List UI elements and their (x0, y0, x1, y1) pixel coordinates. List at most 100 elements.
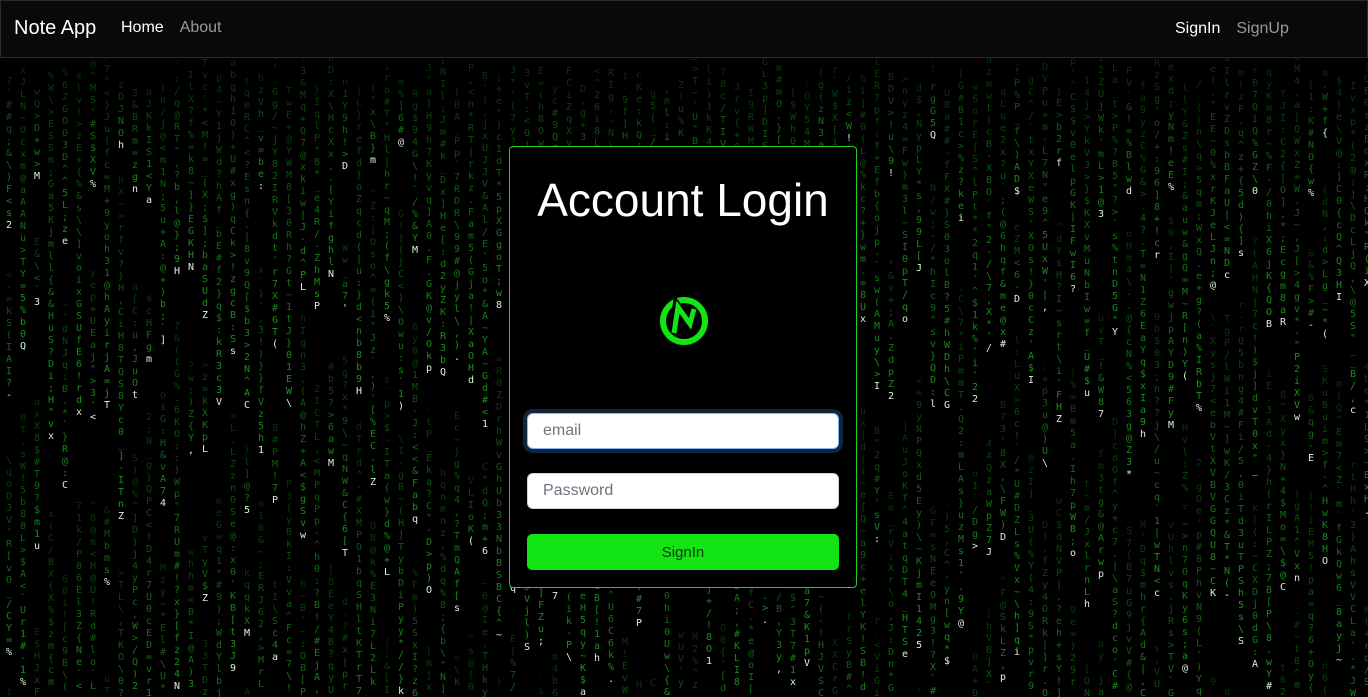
rain-glyph: f (118, 235, 124, 246)
rain-glyph: 5 (258, 421, 264, 432)
signin-button[interactable]: SignIn (527, 534, 839, 570)
rain-glyph: i (1322, 424, 1328, 435)
rain-glyph: E (454, 411, 460, 422)
rain-glyph: 0 (1154, 348, 1160, 359)
rain-glyph: D (342, 161, 348, 172)
rain-glyph: - (1014, 282, 1020, 293)
rain-glyph: ^ (356, 470, 362, 481)
rain-glyph: y (426, 171, 432, 182)
rain-glyph: Z (566, 102, 572, 113)
rain-glyph: ^ (1238, 140, 1244, 151)
rain-glyph: r (832, 674, 838, 685)
nav-home-link[interactable]: Home (121, 19, 164, 37)
rain-glyph: @ (90, 59, 96, 70)
rain-glyph: [ (384, 673, 390, 684)
rain-glyph: l (216, 664, 222, 675)
rain-glyph: G (76, 299, 82, 310)
rain-glyph: Y (1196, 674, 1202, 685)
rain-glyph: ^ (244, 376, 250, 387)
rain-glyph: ~ (384, 193, 390, 204)
rain-glyph: 6 (594, 102, 600, 113)
rain-glyph: 9 (216, 592, 222, 603)
rain-glyph: f (216, 265, 222, 276)
rain-glyph: O (1042, 62, 1048, 73)
rain-glyph: 3 (776, 640, 782, 651)
rain-glyph: z (1224, 506, 1230, 517)
rain-glyph: g (1028, 75, 1034, 86)
rain-glyph: x (300, 162, 306, 173)
rain-glyph: X (930, 662, 936, 673)
rain-glyph: h (328, 245, 334, 256)
rain-glyph: ] (1280, 197, 1286, 208)
rain-glyph: ^ (1336, 415, 1342, 426)
rain-glyph: j (1350, 189, 1356, 200)
rain-glyph: X (1210, 456, 1216, 467)
rain-glyph: u (1014, 371, 1020, 382)
rain-glyph: H (398, 518, 404, 529)
rain-glyph: ] (706, 101, 712, 112)
rain-glyph: D (132, 525, 138, 536)
rain-glyph: L (1196, 638, 1202, 649)
nav-about-link[interactable]: About (180, 19, 222, 37)
rain-glyph: ( (1350, 141, 1356, 152)
rain-glyph: % (1126, 361, 1132, 372)
brand-title[interactable]: Note App (14, 17, 96, 40)
rain-glyph: 5 (1112, 171, 1118, 182)
password-field[interactable] (527, 473, 839, 509)
rain-glyph: } (286, 338, 292, 349)
rain-glyph: s (1168, 580, 1174, 591)
rain-glyph: s (1224, 138, 1230, 149)
rain-glyph: % (440, 588, 446, 599)
rain-glyph: s (1238, 612, 1244, 623)
rain-glyph: > (1084, 172, 1090, 183)
rain-glyph: - (412, 406, 418, 417)
rain-glyph: a (1140, 405, 1146, 416)
rain-glyph: 0 (118, 427, 124, 438)
rain-glyph: Q (930, 130, 936, 141)
rain-glyph: A (6, 354, 12, 365)
rain-glyph: T (1168, 652, 1174, 663)
rain-glyph: ` (1112, 218, 1118, 230)
rain-glyph: 8 (1154, 202, 1160, 213)
rain-glyph: 3 (300, 362, 306, 373)
rain-glyph: F (902, 146, 908, 157)
rain-glyph: g (146, 342, 152, 353)
rain-glyph: B (1266, 319, 1272, 330)
rain-glyph: . (748, 612, 754, 623)
rain-glyph: T (356, 674, 362, 685)
rain-glyph: H (1364, 194, 1368, 205)
rain-glyph: " (496, 108, 502, 119)
rain-glyph: r (272, 267, 278, 278)
rain-glyph: - (1042, 134, 1048, 145)
rain-glyph: < (188, 595, 194, 606)
rain-glyph: q (314, 109, 320, 120)
rain-glyph: + (860, 574, 866, 585)
rain-glyph: G (930, 106, 936, 117)
rain-glyph: . (454, 352, 460, 363)
rain-glyph: : (1322, 233, 1328, 244)
rain-glyph: m (1098, 149, 1104, 160)
rain-glyph: C (1280, 582, 1286, 593)
nav-signup-link[interactable]: SignUp (1236, 20, 1288, 38)
rain-glyph: j (1098, 675, 1104, 686)
rain-glyph: [ (944, 608, 950, 619)
rain-glyph: c (356, 218, 362, 229)
rain-glyph: - (314, 241, 320, 252)
rain-glyph: b (356, 338, 362, 349)
rain-glyph: S (524, 642, 530, 653)
rain-glyph: g (1238, 384, 1244, 395)
rain-glyph: k (1000, 624, 1006, 635)
rain-glyph: 9 (1364, 434, 1368, 445)
nav-signin-link[interactable]: SignIn (1175, 20, 1220, 38)
rain-glyph: T (104, 400, 110, 411)
rain-glyph: w (1336, 571, 1343, 582)
rain-glyph: X (1364, 278, 1368, 289)
rain-glyph: t (1112, 99, 1118, 110)
rain-glyph: ^ (902, 505, 908, 516)
rain-glyph: r (1252, 66, 1258, 77)
rain-glyph: r (1364, 641, 1368, 652)
rain-glyph: v (202, 70, 208, 81)
email-field[interactable] (527, 413, 839, 449)
rain-glyph: T (958, 390, 964, 401)
rain-glyph: 2 (916, 628, 922, 639)
